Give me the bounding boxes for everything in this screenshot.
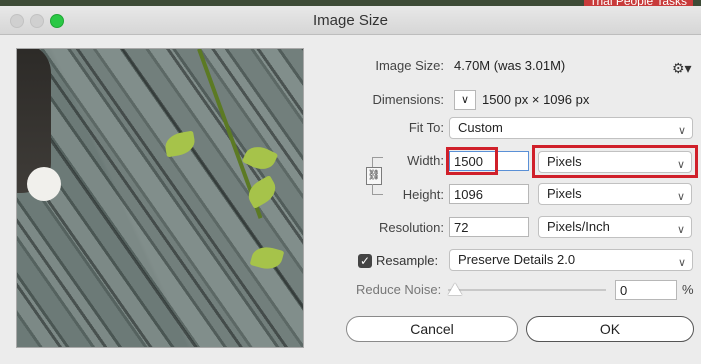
fit-to-label: Fit To:: [408, 120, 444, 135]
width-highlight: [446, 147, 498, 175]
chevron-down-icon: ∨: [677, 125, 686, 137]
gear-icon[interactable]: ⚙▾: [672, 60, 692, 77]
resample-label: Resample:: [376, 253, 439, 268]
window-title: Image Size: [312, 12, 389, 29]
height-unit-value: Pixels: [547, 186, 582, 201]
height-unit-select[interactable]: Pixels ∨: [538, 183, 692, 205]
ok-button[interactable]: OK: [526, 316, 694, 342]
image-size-dialog: Image Size Image Size: 4.70M (was 3.01M)…: [0, 6, 701, 364]
chevron-down-icon: ∨: [676, 191, 685, 203]
dimensions-value: 1500 px × 1096 px: [482, 92, 590, 107]
dimensions-label: Dimensions:: [372, 92, 444, 107]
resample-select[interactable]: Preserve Details 2.0 ∨: [449, 249, 693, 271]
resolution-label: Resolution:: [378, 220, 444, 235]
resolution-input[interactable]: 72: [449, 217, 529, 237]
width-unit-highlight: [532, 145, 698, 178]
chevron-down-icon: ∨: [460, 94, 470, 106]
chain-link-icon[interactable]: ⛓: [366, 167, 382, 185]
reduce-noise-slider-track[interactable]: [448, 289, 606, 291]
resample-value: Preserve Details 2.0: [458, 252, 576, 267]
preview-cat-paw: [27, 167, 61, 201]
fit-to-select[interactable]: Custom ∨: [449, 117, 693, 139]
title-bar: Image Size: [0, 6, 701, 35]
reduce-noise-input[interactable]: 0: [615, 280, 677, 300]
image-preview[interactable]: [16, 48, 304, 348]
resample-checkbox[interactable]: ✓: [358, 254, 372, 268]
chevron-down-icon: ∨: [676, 224, 685, 236]
width-label: Width:: [407, 153, 444, 168]
reduce-noise-label: Reduce Noise:: [356, 282, 442, 297]
resolution-unit-value: Pixels/Inch: [547, 219, 610, 234]
height-label: Height:: [402, 187, 444, 202]
cancel-button[interactable]: Cancel: [346, 316, 518, 342]
percent-sign: %: [682, 282, 694, 297]
height-input[interactable]: 1096: [449, 184, 529, 204]
chevron-down-icon: ∨: [677, 257, 686, 269]
reduce-noise-slider-thumb[interactable]: [448, 283, 462, 295]
image-size-value: 4.70M (was 3.01M): [454, 58, 566, 73]
resolution-unit-select[interactable]: Pixels/Inch ∨: [538, 216, 692, 238]
dimensions-dropdown[interactable]: ∨: [454, 90, 476, 110]
fit-to-value: Custom: [458, 120, 503, 135]
image-size-label: Image Size:: [375, 58, 444, 73]
